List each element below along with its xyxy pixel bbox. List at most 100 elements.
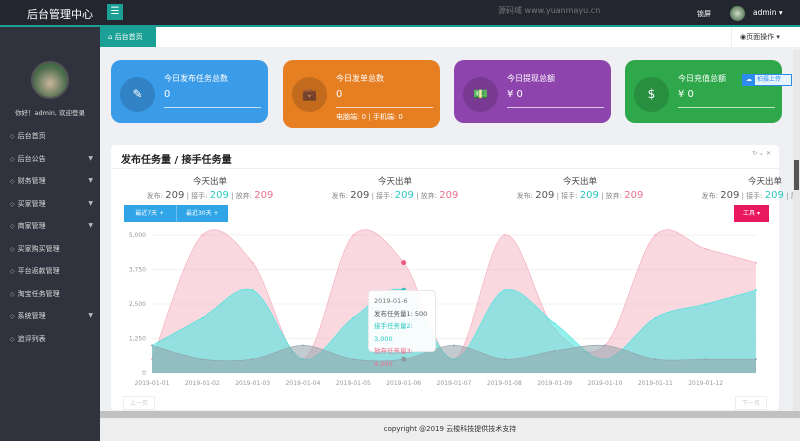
horizontal-scrollbar[interactable] <box>100 411 800 418</box>
daily-stat: 今天出单发布: 209 | 接手: 209 | 放弃: 209 <box>495 175 665 201</box>
data-point[interactable] <box>704 303 707 305</box>
data-point[interactable] <box>453 344 455 347</box>
x-tick-label: 2019-01-05 <box>336 380 371 387</box>
data-point[interactable] <box>755 289 757 292</box>
stat-heading: 今天出单 <box>747 177 782 187</box>
divider <box>336 107 433 108</box>
tooltip-line: 发布任务量1: 500 <box>374 309 428 318</box>
accept-count: 209 <box>579 190 599 201</box>
daily-stat: 今天出单发布: 209 | 接手: 209 | 放弃: 209 <box>680 175 800 201</box>
sidebar-item[interactable]: ◇ 淘宝任务管理 <box>0 283 100 306</box>
data-point[interactable] <box>553 322 556 325</box>
panel-tools[interactable]: ↻ ⌄ ✕ <box>752 150 771 157</box>
sidebar-item[interactable]: ◇ 后台首页 <box>0 125 100 148</box>
hand-icon: ✎ <box>120 77 155 112</box>
upload-badge[interactable]: ☁ 拍摄上传 <box>742 74 792 86</box>
stat-card: $ 今日充值总额 ¥ 0 <box>625 60 782 123</box>
caret-down-icon: ▼ <box>88 199 93 207</box>
abandon-count: 209 <box>254 190 274 201</box>
x-tick-label: 2019-01-11 <box>638 380 673 387</box>
stat-heading: 今天出单 <box>377 177 412 187</box>
area-chart: 0 1,250 2,500 3,750 5,000 2019-01-01 2019-01-0… <box>129 229 757 387</box>
diamond-icon: ◇ <box>10 133 15 140</box>
accept-count: 209 <box>209 190 229 201</box>
lock-screen-button[interactable]: 锁屏 <box>697 9 711 19</box>
user-avatar[interactable] <box>730 6 745 21</box>
diamond-icon: ◇ <box>10 200 15 208</box>
card-value: ¥ 0 <box>507 89 523 100</box>
label: 接手: <box>746 192 763 200</box>
sidebar-item-label: 系统管理 <box>17 312 46 320</box>
data-point[interactable] <box>503 358 506 361</box>
home-icon: ⌂ <box>108 33 113 41</box>
caret-down-icon: ▼ <box>88 222 93 229</box>
data-point[interactable] <box>302 344 304 347</box>
data-point[interactable] <box>251 261 254 264</box>
label: 放弃: <box>420 192 438 200</box>
data-point[interactable] <box>352 234 355 236</box>
sidebar-item-label: 买家管理 <box>17 199 46 208</box>
sidebar-item[interactable]: ◇ 平台返款管理 <box>0 260 100 283</box>
sidebar-item[interactable]: ◇ 买家管理 ▼ <box>0 193 100 216</box>
chart-tooltip: 2019-01-6 发布任务量1: 500 接手任务量2: 3,000 放弃任务… <box>368 290 436 368</box>
data-point[interactable] <box>755 261 757 264</box>
publish-count: 209 <box>720 190 740 201</box>
data-point[interactable] <box>704 358 707 361</box>
stat-heading: 今天出单 <box>562 177 597 187</box>
prev-page-button[interactable]: 上一页 <box>123 396 155 410</box>
x-tick-label: 2019-01-12 <box>688 380 723 387</box>
sidebar-nav: ◇ 后台首页 ◇ 后台公告 ▼ ◇ 财务管理 ▼ ◇ 买家管理 ▼ ◇ 商家管理 ▼ ◇ 买家购买管理 ◇ 平台返… <box>0 125 100 350</box>
card-sub: 电脑端: 0 | 手机端: 0 <box>336 113 403 121</box>
card-title: 今日发布任务总数 <box>164 74 228 83</box>
data-point[interactable] <box>251 358 254 361</box>
diamond-icon: ◇ <box>10 155 15 163</box>
data-point[interactable] <box>654 358 657 361</box>
abandon-count: 209 <box>624 190 644 201</box>
sidebar-item[interactable]: ◇ 后台公告 ▼ <box>0 148 100 171</box>
data-point[interactable] <box>352 358 355 361</box>
sidebar-item[interactable]: ◇ 系统管理 ▼ <box>0 305 100 328</box>
user-menu[interactable]: admin ▾ <box>753 8 783 17</box>
sidebar-item[interactable]: ◇ 买家购买管理 <box>0 238 100 261</box>
data-point[interactable] <box>503 289 506 292</box>
data-point[interactable] <box>151 344 153 347</box>
dollar-icon: $ <box>634 77 669 112</box>
data-point[interactable] <box>654 316 657 319</box>
label: 接手: <box>191 192 208 200</box>
data-point[interactable] <box>352 316 355 319</box>
divider <box>111 168 779 169</box>
data-point[interactable] <box>755 358 757 361</box>
app-title: 后台管理中心 <box>27 8 93 21</box>
data-point[interactable] <box>201 234 204 236</box>
tab-bar: ⌂ 后台首页 ◉页面操作 ▾ <box>100 27 800 47</box>
data-point[interactable] <box>251 289 254 292</box>
watermark: 源码域 www.yuanmayu.cn <box>498 6 601 15</box>
data-point[interactable] <box>654 234 657 236</box>
tooltip-line: 放弃任务量3: 4,000 <box>374 347 413 368</box>
x-tick-label: 2019-01-04 <box>286 380 321 387</box>
data-point[interactable] <box>503 234 506 236</box>
caret-down-icon: ▼ <box>88 177 93 184</box>
page-operations-dropdown[interactable]: ◉页面操作 ▾ <box>731 27 800 47</box>
y-tick-label: 1,250 <box>129 336 146 343</box>
label: 发布: <box>331 192 349 200</box>
y-tick-label: 5,000 <box>129 232 146 239</box>
daily-stat: 今天出单发布: 209 | 接手: 209 | 放弃: 209 <box>310 175 480 201</box>
avatar <box>31 61 69 99</box>
sidebar-item[interactable]: ◇ 商家管理 ▼ <box>0 215 100 238</box>
sidebar-item[interactable]: ◇ 财务管理 ▼ <box>0 170 100 193</box>
divider <box>678 107 775 108</box>
tab-home[interactable]: ⌂ 后台首页 <box>100 27 156 47</box>
caret-down-icon: ▼ <box>88 154 93 162</box>
tab-label: 后台首页 <box>114 33 143 41</box>
vertical-scrollbar[interactable] <box>793 50 800 411</box>
data-point[interactable] <box>704 247 707 250</box>
data-point[interactable] <box>201 316 204 319</box>
menu-toggle-button[interactable]: ☰ <box>107 4 123 20</box>
data-point[interactable] <box>401 260 407 266</box>
data-point[interactable] <box>604 344 606 347</box>
sidebar-item[interactable]: ◇ 追评列表 <box>0 328 100 351</box>
data-point[interactable] <box>553 350 556 352</box>
next-page-button[interactable]: 下一页 <box>735 396 767 410</box>
data-point[interactable] <box>201 358 204 361</box>
